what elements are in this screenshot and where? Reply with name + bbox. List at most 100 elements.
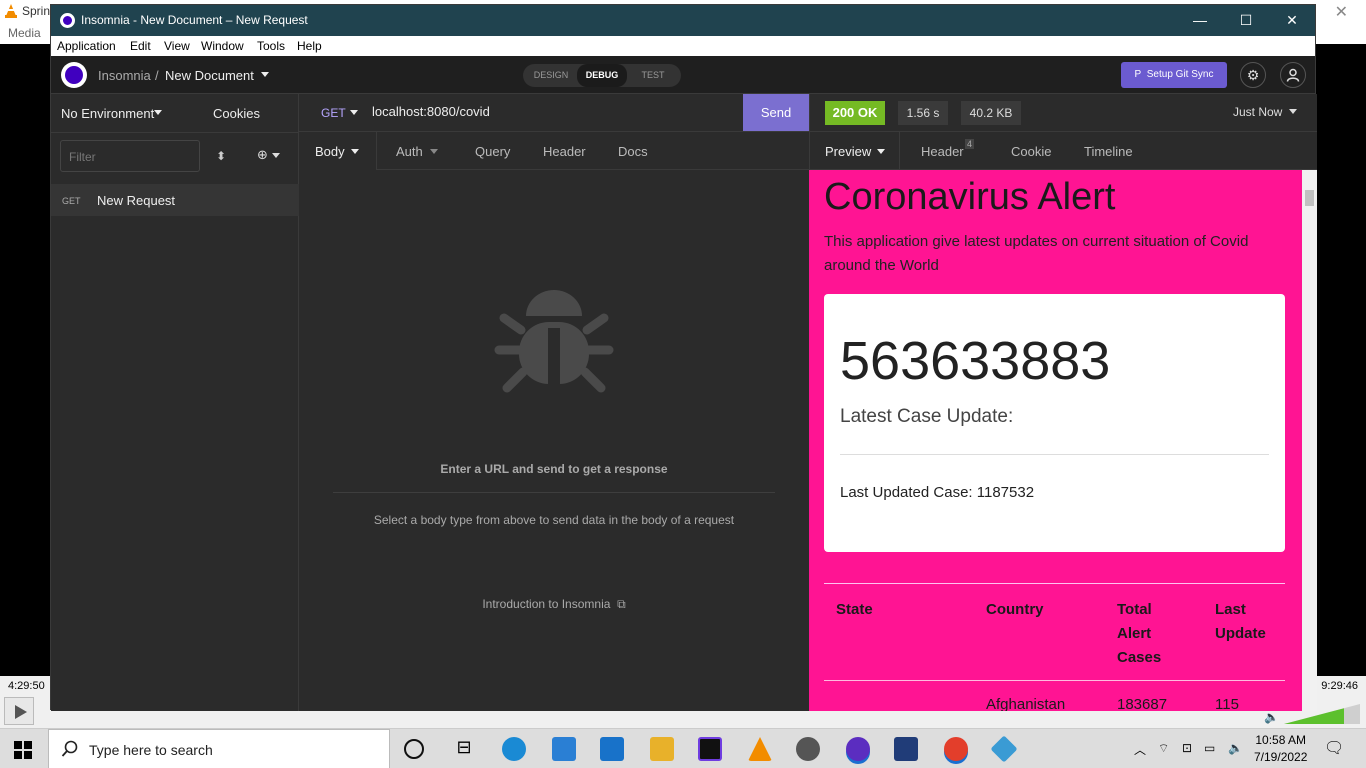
case-summary-card: 563633883 Latest Case Update: Last Updat… [824,294,1285,552]
notifications-icon[interactable]: 🗨 [1324,738,1344,758]
insomnia-logo[interactable] [61,62,87,88]
filter-input[interactable]: Filter [60,140,200,172]
vlc-icon[interactable] [748,737,772,761]
media-player-icon[interactable] [796,737,820,761]
response-time: 1.56 s [898,101,948,125]
chevron-down-icon[interactable] [154,110,162,115]
settings-gear-icon[interactable]: ⚙ [1240,62,1266,88]
menu-help[interactable]: Help [297,39,322,53]
background-title: Sprin [22,4,51,18]
background-close-icon[interactable]: ✕ [1335,2,1348,22]
cell-last-update: 115 [1215,696,1239,711]
network-icon[interactable]: ⌔ [1158,741,1169,756]
introduction-link-label: Introduction to Insomnia [482,597,611,611]
windows-start-icon[interactable] [14,741,32,759]
taskbar-search-box[interactable]: Type here to search [48,729,390,768]
url-input[interactable]: localhost:8080/covid [372,104,490,119]
table-header-divider [824,680,1285,681]
chevron-down-icon[interactable] [350,110,358,115]
git-client-icon[interactable] [990,735,1018,763]
menu-edit[interactable]: Edit [130,39,151,53]
store-icon[interactable] [552,737,576,761]
clock-time: 10:58 AM [1255,733,1307,747]
volume-icon[interactable]: 🔈 [1228,741,1243,755]
file-explorer-icon[interactable] [650,737,674,761]
tab-body[interactable]: Body [299,132,377,170]
cortana-icon[interactable] [404,739,424,759]
mail-icon[interactable] [600,737,624,761]
menu-view[interactable]: View [164,39,190,53]
empty-state-title: Enter a URL and send to get a response [440,462,668,476]
intellij-icon[interactable] [698,737,722,761]
insomnia-window: Insomnia - New Document – New Request — … [50,4,1317,711]
chevron-down-icon[interactable] [430,149,438,154]
minimize-button[interactable]: — [1177,9,1223,31]
add-item-icon[interactable]: ⊕ [257,147,280,163]
clock-date: 7/19/2022 [1254,750,1308,764]
tab-preview[interactable]: Preview [810,132,900,170]
tab-cookie[interactable]: Cookie [1011,144,1051,159]
task-view-icon[interactable]: ⊟ [452,737,476,761]
menu-application[interactable]: Application [57,39,116,53]
user-icon [1286,68,1300,82]
account-user-icon[interactable] [1280,62,1306,88]
mysql-workbench-icon[interactable] [894,737,918,761]
request-tabs: Body Auth Query Header Docs [299,132,809,170]
menu-window[interactable]: Window [201,39,244,53]
tab-header[interactable]: Header [543,144,586,159]
cookies-button[interactable]: Cookies [213,106,260,121]
column-header-last-update: Last Update [1215,601,1266,642]
preview-scrollbar[interactable] [1302,170,1317,711]
breadcrumb-app[interactable]: Insomnia [98,68,151,83]
last-updated-case: Last Updated Case: 1187532 [840,484,1035,501]
elapsed-time: 4:29:50 [8,680,45,692]
tab-auth[interactable]: Auth [396,144,423,159]
battery-icon[interactable]: ▭ [1204,741,1215,755]
menu-tools[interactable]: Tools [257,39,285,53]
introduction-link[interactable]: Introduction to Insomnia ⧉ [299,597,809,612]
response-history-selector[interactable]: Just Now [1233,105,1282,119]
app-header: Insomnia / New Document DESIGN DEBUG TES… [51,56,1315,94]
chrome-icon[interactable] [944,737,968,761]
method-selector[interactable]: GET [321,106,346,120]
edge-browser-icon[interactable] [502,737,526,761]
system-clock[interactable]: 10:58 AM 7/19/2022 [1254,732,1307,766]
response-tabs: Preview Header 4 Cookie Timeline [809,132,1317,170]
sidebar: No Environment Cookies Filter ⬍ ⊕ GET Ne… [51,94,299,711]
tab-test[interactable]: TEST [629,64,677,87]
send-button[interactable]: Send [743,94,809,131]
tab-preview-label: Preview [825,144,872,159]
chevron-down-icon[interactable] [261,72,269,77]
tab-timeline[interactable]: Timeline [1084,144,1133,159]
chevron-down-icon[interactable] [1289,109,1297,114]
git-sync-label: Setup Git Sync [1146,69,1214,80]
environment-selector[interactable]: No Environment [61,106,154,121]
cell-country: Afghanistan [986,696,1066,711]
sidebar-item-new-request[interactable]: GET New Request [51,184,299,216]
sort-icon[interactable]: ⬍ [216,149,226,163]
tab-design[interactable]: DESIGN [527,64,575,87]
breadcrumb-document[interactable]: New Document [165,68,254,83]
device-icon[interactable]: ⊡ [1182,741,1192,755]
bug-icon [494,290,614,393]
preview-heading: Coronavirus Alert [824,176,1116,218]
close-button[interactable]: ✕ [1269,9,1315,31]
external-link-icon: ⧉ [613,597,626,611]
tab-body-label: Body [315,144,345,159]
background-menu-media[interactable]: Media [8,26,41,40]
show-hidden-icons-icon[interactable]: ︿ [1134,741,1146,758]
tab-query[interactable]: Query [475,144,510,159]
vlc-cone-icon [5,4,17,18]
tab-debug[interactable]: DEBUG [577,64,627,87]
insomnia-taskbar-icon[interactable] [846,737,870,761]
tab-docs[interactable]: Docs [618,144,648,159]
title-bar: Insomnia - New Document – New Request — … [51,5,1315,36]
speaker-icon[interactable]: 🔈 [1264,710,1279,724]
response-bar: 200 OK 1.56 s 40.2 KB Just Now [809,94,1317,132]
tab-response-header[interactable]: Header [921,144,964,159]
play-button[interactable] [4,697,34,725]
scrollbar-thumb[interactable] [1305,190,1314,206]
setup-git-sync-button[interactable]: P Setup Git Sync [1121,62,1227,88]
search-icon [61,740,78,757]
maximize-button[interactable]: ☐ [1223,9,1269,31]
